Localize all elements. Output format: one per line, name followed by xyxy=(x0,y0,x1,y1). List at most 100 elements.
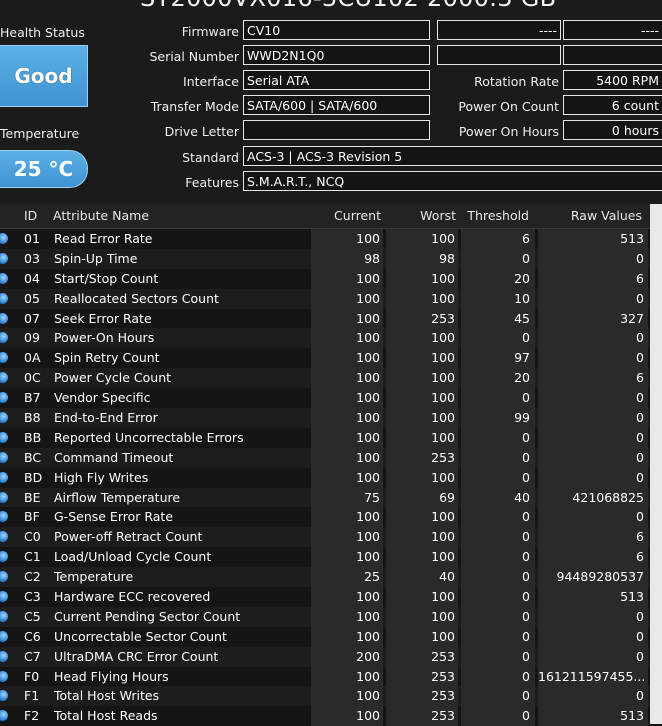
attr-id: C2 xyxy=(24,569,41,585)
attr-worst: 100 xyxy=(431,350,455,366)
attr-name: Power-On Hours xyxy=(54,330,155,346)
attr-raw: 0 xyxy=(636,350,644,366)
attr-raw: 0 xyxy=(636,509,644,525)
attr-id: 0C xyxy=(24,370,41,386)
attr-worst: 100 xyxy=(431,290,455,306)
status-dot-icon xyxy=(0,312,8,324)
attr-id: 05 xyxy=(24,290,40,306)
attr-threshold: 0 xyxy=(522,668,530,684)
attr-threshold: 97 xyxy=(514,350,530,366)
table-row[interactable]: F2 Total Host Reads 100 253 0 513 xyxy=(0,706,662,726)
table-row[interactable]: 09 Power-On Hours 100 100 0 0 xyxy=(0,328,662,349)
table-row[interactable]: BE Airflow Temperature 75 69 40 421068825 xyxy=(0,487,662,508)
table-row[interactable]: C5 Current Pending Sector Count 100 100 0 0 xyxy=(0,606,662,627)
attr-current: 100 xyxy=(356,628,380,644)
attr-id: F1 xyxy=(24,688,40,704)
attr-name: Hardware ECC recovered xyxy=(54,589,211,605)
attr-threshold: 10 xyxy=(514,290,530,306)
attr-current: 100 xyxy=(356,270,380,286)
attr-name: Vendor Specific xyxy=(54,390,151,406)
attr-raw: 0 xyxy=(636,449,644,465)
header-attribute-name[interactable]: Attribute Name xyxy=(53,208,149,223)
header-id[interactable]: ID xyxy=(24,208,37,223)
attr-threshold: 0 xyxy=(522,608,530,624)
attr-raw: 0 xyxy=(636,390,644,406)
attr-id: C1 xyxy=(24,549,41,565)
temperature-button[interactable]: 25 °C xyxy=(0,150,88,188)
table-row[interactable]: C0 Power-off Retract Count 100 100 0 6 xyxy=(0,527,662,548)
attr-name: Load/Unload Cycle Count xyxy=(54,549,212,565)
table-row[interactable]: BC Command Timeout 100 253 0 0 xyxy=(0,447,662,468)
table-row[interactable]: C7 UltraDMA CRC Error Count 200 253 0 0 xyxy=(0,646,662,667)
attr-raw: 6 xyxy=(636,370,644,386)
attr-id: BF xyxy=(24,509,40,525)
attr-current: 100 xyxy=(356,350,380,366)
attr-threshold: 20 xyxy=(514,270,530,286)
table-row[interactable]: 0C Power Cycle Count 100 100 20 6 xyxy=(0,368,662,389)
table-row[interactable]: 05 Reallocated Sectors Count 100 100 10 0 xyxy=(0,288,662,309)
status-dot-icon xyxy=(0,531,8,543)
attr-worst: 253 xyxy=(431,668,455,684)
attr-raw: 0 xyxy=(636,429,644,445)
attr-name: G-Sense Error Rate xyxy=(54,509,174,525)
attr-id: 07 xyxy=(24,310,40,326)
transfer-mode-field: SATA/600 | SATA/600 xyxy=(243,95,430,115)
attr-worst: 100 xyxy=(431,330,455,346)
attr-current: 100 xyxy=(356,290,380,306)
rotation-rate-label: Rotation Rate xyxy=(474,74,559,89)
table-row[interactable]: BB Reported Uncorrectable Errors 100 100 0 0 xyxy=(0,427,662,448)
table-row[interactable]: C6 Uncorrectable Sector Count 100 100 0 0 xyxy=(0,626,662,647)
table-row[interactable]: F0 Head Flying Hours 100 253 0 161211597455..… xyxy=(0,666,662,687)
status-dot-icon xyxy=(0,511,8,523)
table-row[interactable]: B7 Vendor Specific 100 100 0 0 xyxy=(0,388,662,409)
status-dot-icon xyxy=(0,650,8,662)
table-row[interactable]: C3 Hardware ECC recovered 100 100 0 513 xyxy=(0,587,662,607)
attr-threshold: 0 xyxy=(522,529,530,545)
health-status-label: Health Status xyxy=(0,25,85,40)
header-raw-values[interactable]: Raw Values xyxy=(538,208,642,223)
header-threshold[interactable]: Threshold xyxy=(461,208,529,223)
attr-raw: 0 xyxy=(636,250,644,266)
table-row[interactable]: 07 Seek Error Rate 100 253 45 327 xyxy=(0,308,662,329)
attr-threshold: 0 xyxy=(522,429,530,445)
header-worst[interactable]: Worst xyxy=(386,208,456,223)
status-dot-icon xyxy=(0,332,8,344)
features-label: Features xyxy=(185,175,239,190)
table-row[interactable]: C1 Load/Unload Cycle Count 100 100 0 6 xyxy=(0,547,662,568)
table-row[interactable]: 04 Start/Stop Count 100 100 20 6 xyxy=(0,268,662,289)
attr-current: 100 xyxy=(356,549,380,565)
table-row[interactable]: B8 End-to-End Error 100 100 99 0 xyxy=(0,408,662,428)
status-dot-icon xyxy=(0,252,8,264)
attr-worst: 100 xyxy=(431,469,455,485)
health-status-button[interactable]: Good xyxy=(0,45,88,107)
table-row[interactable]: BD High Fly Writes 100 100 0 0 xyxy=(0,467,662,488)
attr-name: Head Flying Hours xyxy=(54,668,169,684)
attr-threshold: 0 xyxy=(522,330,530,346)
table-row[interactable]: BF G-Sense Error Rate 100 100 0 0 xyxy=(0,507,662,528)
attr-threshold: 0 xyxy=(522,708,530,724)
attr-raw: 327 xyxy=(620,310,644,326)
attr-current: 100 xyxy=(356,589,380,605)
attr-name: Airflow Temperature xyxy=(54,489,181,505)
attr-name: Reported Uncorrectable Errors xyxy=(54,429,244,445)
table-row[interactable]: C2 Temperature 25 40 0 94489280537 xyxy=(0,567,662,588)
table-row[interactable]: 03 Spin-Up Time 98 98 0 0 xyxy=(0,248,662,269)
attr-raw: 513 xyxy=(620,708,644,724)
status-dot-icon xyxy=(0,272,8,284)
attr-threshold: 0 xyxy=(522,648,530,664)
attr-name: Total Host Writes xyxy=(54,688,160,704)
attr-worst: 100 xyxy=(431,608,455,624)
table-row[interactable]: 01 Read Error Rate 100 100 6 513 xyxy=(0,229,662,249)
table-row[interactable]: F1 Total Host Writes 100 253 0 0 xyxy=(0,686,662,707)
table-row[interactable]: 0A Spin Retry Count 100 100 97 0 xyxy=(0,348,662,369)
standard-field: ACS-3 | ACS-3 Revision 5 xyxy=(243,146,662,166)
attr-raw: 0 xyxy=(636,290,644,306)
attr-worst: 100 xyxy=(431,410,455,426)
power-on-hours-field: 0 hours xyxy=(563,120,662,140)
power-on-hours-label: Power On Hours xyxy=(458,124,559,139)
attr-raw: 94489280537 xyxy=(556,569,644,585)
header-current[interactable]: Current xyxy=(311,208,381,223)
status-dot-icon xyxy=(0,610,8,622)
attr-current: 100 xyxy=(356,509,380,525)
table-scrollbar[interactable] xyxy=(650,204,662,724)
